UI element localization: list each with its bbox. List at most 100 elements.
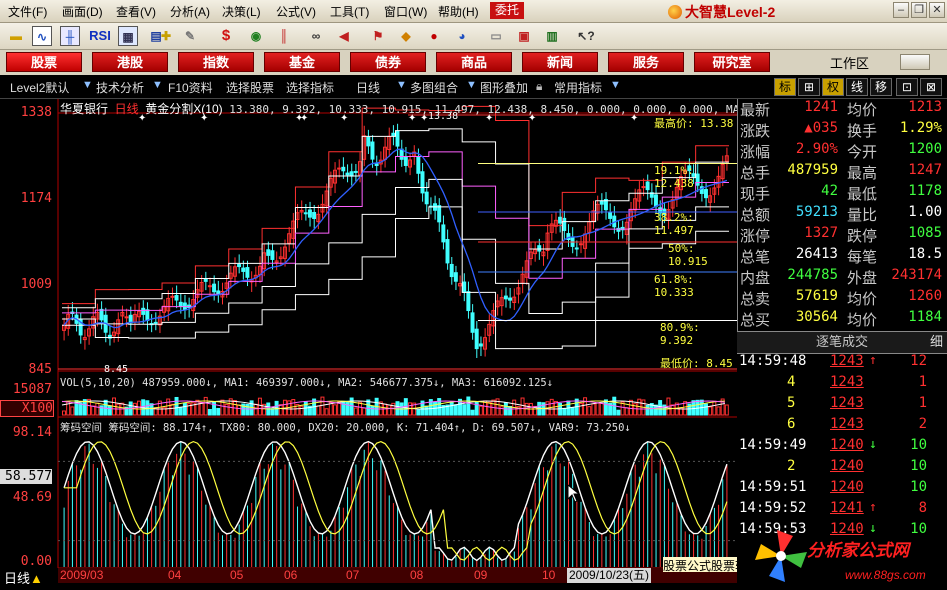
chevron-down-icon[interactable]: ▼ <box>82 79 93 91</box>
kline-chart[interactable]: ✦ ✦ ✦✦ ✦ ✦ ✦ ✦ ✦ ✦ <box>0 99 737 590</box>
chevron-down-icon[interactable]: ▼ <box>152 79 163 91</box>
high-price-label: 最高价: 13.38 <box>654 117 734 130</box>
restore-icon[interactable]: ❐ <box>911 2 927 18</box>
candle-body <box>395 130 400 147</box>
layout-selector[interactable]: Level2默认 <box>10 79 69 96</box>
category-index[interactable]: 指数 <box>178 52 254 72</box>
help-pointer-icon[interactable]: ↖? <box>576 26 596 46</box>
candle-body <box>453 272 458 282</box>
ranking-icon[interactable]: ◉ <box>246 26 266 46</box>
tick-direction-icon: ↑ <box>869 500 877 515</box>
tick-row[interactable]: 14:59:48 1243 ↑ 12 <box>737 353 947 374</box>
tick-row[interactable]: 14:59:52 1241 ↑ 8 <box>737 500 947 521</box>
tech-analysis-menu[interactable]: 技术分析 <box>96 79 144 96</box>
rsi-icon[interactable]: RSI <box>88 26 112 46</box>
alert-icon[interactable]: ⚑ <box>368 26 388 46</box>
tab-close[interactable]: ⊠ <box>920 78 942 96</box>
tick-row[interactable]: 6 1243 2 <box>737 416 947 437</box>
period-indicator[interactable]: 日线▲ <box>4 568 43 587</box>
tab-line[interactable]: 线 <box>846 78 868 96</box>
volume-bar <box>95 402 100 416</box>
osc-axis-label: 48.69 <box>12 490 52 505</box>
category-research[interactable]: 研究室 <box>694 52 770 72</box>
dollar-icon[interactable]: $ <box>216 26 236 46</box>
common-indicators-menu[interactable]: 常用指标 <box>554 79 602 96</box>
open-folder-icon[interactable]: ▬ <box>6 26 26 46</box>
f10-info-button[interactable]: F10资料 <box>168 79 213 96</box>
tab-window[interactable]: ⊡ <box>896 78 918 96</box>
diamond-icon[interactable]: ◆ <box>396 26 416 46</box>
menu-decision[interactable]: 决策(L) <box>222 3 261 20</box>
menu-view-screen[interactable]: 画面(D) <box>62 3 103 20</box>
category-stocks[interactable]: 股票 <box>6 52 82 72</box>
volume-bar <box>216 407 221 416</box>
window-icon[interactable]: ▣ <box>514 26 534 46</box>
category-news[interactable]: 新闻 <box>522 52 598 72</box>
triangle-up-icon[interactable]: ▲ <box>30 571 43 586</box>
quote-label: 最新 <box>740 102 771 119</box>
volume-bar <box>453 404 458 416</box>
bars-icon[interactable]: ║ <box>274 26 294 46</box>
tick-row[interactable]: 4 1243 1 <box>737 374 947 395</box>
candle-body <box>141 307 146 315</box>
kline-chart-icon[interactable]: ╫ <box>60 26 80 46</box>
menu-formula[interactable]: 公式(V) <box>276 3 316 20</box>
workarea-dropdown[interactable] <box>900 54 930 70</box>
chevron-down-icon[interactable]: ▼ <box>466 79 477 91</box>
fib-label: 38.2%: 11.497 <box>654 211 694 237</box>
multi-chart-menu[interactable]: 多图组合 <box>410 79 458 96</box>
period-selector[interactable]: 日线 <box>356 79 380 96</box>
megaphone-icon[interactable]: ◀ <box>334 26 354 46</box>
category-bonds[interactable]: 债券 <box>350 52 426 72</box>
crosshair-icon[interactable]: ✚ <box>156 26 176 46</box>
watermark-title: 分析家公式网 <box>807 541 909 560</box>
table-icon[interactable]: ▦ <box>118 26 138 46</box>
books-icon[interactable]: ▥ <box>542 26 562 46</box>
tick-row[interactable]: 2 1240 10 <box>737 458 947 479</box>
tick-list-header: 逐笔成交 细 <box>737 331 947 354</box>
menu-tools[interactable]: 工具(T) <box>330 3 369 20</box>
ruler-icon[interactable]: ✎ <box>180 26 200 46</box>
candle-body <box>178 301 183 307</box>
menu-file[interactable]: 文件(F) <box>8 3 47 20</box>
period-label: 日线 <box>114 102 139 116</box>
category-funds[interactable]: 基金 <box>264 52 340 72</box>
tick-volume: 8 <box>918 500 927 516</box>
quote-value: 243174 <box>891 267 942 283</box>
print-icon[interactable]: ▭ <box>486 26 506 46</box>
minimize-icon[interactable]: – <box>893 2 909 18</box>
tick-time: 4 <box>787 374 796 390</box>
menu-analysis[interactable]: 分析(A) <box>170 3 210 20</box>
trade-button[interactable]: 委托 <box>490 2 524 19</box>
volume-header: VOL(5,10,20) 487959.000↓, MA1: 469397.00… <box>60 377 554 389</box>
tab-mark[interactable]: 标 <box>774 78 796 96</box>
menu-view[interactable]: 查看(V) <box>116 3 156 20</box>
lock-icon[interactable]: 🔒︎ <box>536 79 542 94</box>
category-commodities[interactable]: 商品 <box>436 52 512 72</box>
tab-grid[interactable]: ⊞ <box>798 78 820 96</box>
chevron-down-icon[interactable]: ▼ <box>396 79 407 91</box>
select-stock-button[interactable]: 选择股票 <box>226 79 274 96</box>
menu-window[interactable]: 窗口(W) <box>384 3 427 20</box>
tick-row[interactable]: 14:59:49 1240 ↓ 10 <box>737 437 947 458</box>
menu-help[interactable]: 帮助(H) <box>438 3 479 20</box>
chart-area[interactable]: ✦ ✦ ✦ ✦ ✦ ✦ ✦ ✦ ✦ ✦ 1338 1174 1009 845 15087 X100… <box>0 99 839 590</box>
signal-icon[interactable]: ● <box>424 26 444 46</box>
globe-icon[interactable]: ◕ <box>452 26 472 46</box>
close-icon[interactable]: ✕ <box>929 2 945 18</box>
category-services[interactable]: 服务 <box>608 52 684 72</box>
tick-detail-button[interactable]: 细 <box>930 332 943 352</box>
category-hk-stocks[interactable]: 港股 <box>92 52 168 72</box>
tick-row[interactable]: 14:59:51 1240 10 <box>737 479 947 500</box>
tab-move[interactable]: 移 <box>870 78 892 96</box>
overlay-menu[interactable]: 图形叠加 <box>480 79 528 96</box>
quote-value: 1327 <box>804 225 838 241</box>
intraday-chart-icon[interactable]: ∿ <box>32 26 52 46</box>
tick-row[interactable]: 5 1243 1 <box>737 395 947 416</box>
tab-rights[interactable]: 权 <box>822 78 844 96</box>
candle-body <box>337 167 342 170</box>
select-indicator-button[interactable]: 选择指标 <box>286 79 334 96</box>
binoculars-icon[interactable]: ∞ <box>306 26 326 46</box>
tick-price: 1243 <box>830 416 864 432</box>
chevron-down-icon[interactable]: ▼ <box>610 79 621 91</box>
